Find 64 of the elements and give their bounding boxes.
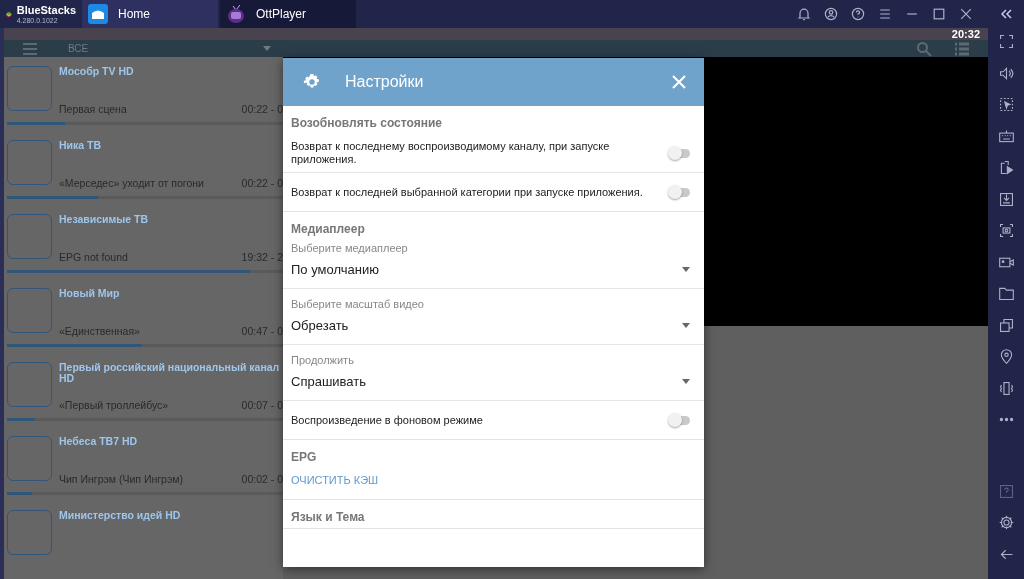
channel-logo-placeholder xyxy=(7,288,52,333)
account-icon[interactable] xyxy=(823,6,839,22)
channel-logo-placeholder xyxy=(7,362,52,407)
dropdown[interactable]: Спрашивать xyxy=(291,374,690,389)
select-label: Продолжить xyxy=(291,354,355,366)
channel-logo-placeholder xyxy=(7,214,52,259)
channel-name[interactable]: Мособр TV HD xyxy=(59,66,283,77)
setting-label: Возврат к последнему воспроизводимому каналу, при запуске приложения. xyxy=(291,139,611,167)
menu-icon[interactable] xyxy=(877,6,893,22)
dropdown[interactable]: Обрезать xyxy=(291,318,690,333)
section-title: EPG xyxy=(290,449,318,466)
program-title: «Единственная» xyxy=(59,325,140,337)
setting-label: Воспроизведение в фоновом режиме xyxy=(291,412,484,428)
settings-icon[interactable] xyxy=(997,514,1015,531)
channel-logo-placeholder xyxy=(7,510,52,555)
home-icon xyxy=(88,4,108,24)
channel-name[interactable]: Первый российский национальный канал HD xyxy=(59,362,283,384)
collapse-icon[interactable] xyxy=(1000,9,1012,19)
cursor-select-icon[interactable] xyxy=(997,96,1015,113)
category-label[interactable]: ВСЕ xyxy=(68,43,263,54)
tv-icon xyxy=(226,4,246,24)
caret-icon xyxy=(682,267,690,272)
setting-label: Возврат к последней выбранной категории при запуске приложения. xyxy=(291,184,644,200)
channel-logo-placeholder xyxy=(7,140,52,185)
toggle-switch[interactable] xyxy=(668,411,690,429)
folder-icon[interactable] xyxy=(997,285,1015,302)
help-icon[interactable] xyxy=(850,6,866,22)
section-title: Язык и Тема xyxy=(290,509,366,526)
section-title: Медиаплеер xyxy=(290,221,366,238)
volume-icon[interactable] xyxy=(997,64,1015,82)
channel-logo-placeholder xyxy=(7,436,52,481)
channel-logo-placeholder xyxy=(7,66,52,111)
dropdown-icon[interactable] xyxy=(263,46,271,51)
program-title: Чип Ингрэм (Чип Ингрэм) xyxy=(59,473,184,485)
section-title: Возобновлять состояние xyxy=(290,115,443,132)
clear-cache-button[interactable]: ОЧИСТИТЬ КЭШ xyxy=(283,468,387,499)
channel-name[interactable]: Независимые ТВ xyxy=(59,214,283,225)
close-button[interactable] xyxy=(672,74,688,90)
shake-icon[interactable] xyxy=(997,379,1015,397)
toggle-switch[interactable] xyxy=(668,183,690,201)
clock: 20:32 xyxy=(951,28,980,40)
program-title: Первая сцена xyxy=(59,103,127,115)
toggle-switch[interactable] xyxy=(668,144,690,162)
screenshot-icon[interactable] xyxy=(997,222,1015,239)
select-label: Выберите медиаплеер xyxy=(291,242,409,254)
channel-name[interactable]: Министерство идей HD xyxy=(59,510,283,521)
fullscreen-icon[interactable] xyxy=(997,33,1015,50)
multi-instance-icon[interactable] xyxy=(997,316,1015,334)
bell-icon[interactable] xyxy=(796,6,812,22)
caret-icon xyxy=(682,379,690,384)
channel-name[interactable]: Небеса ТВ7 HD xyxy=(59,436,283,447)
dropdown[interactable]: По умолчанию xyxy=(291,262,690,277)
select-label: Выберите масштаб видео xyxy=(291,298,425,310)
caret-icon xyxy=(682,323,690,328)
program-title: «Первый троллейбус» xyxy=(59,399,169,411)
channel-name[interactable]: Ника ТВ xyxy=(59,140,283,151)
app-tab[interactable]: Home xyxy=(82,0,218,28)
channel-name[interactable]: Новый Мир xyxy=(59,288,283,299)
app-name: BlueStacks xyxy=(16,3,76,16)
close-icon[interactable] xyxy=(958,6,974,22)
maximize-icon[interactable] xyxy=(931,6,947,22)
import-icon[interactable] xyxy=(997,190,1015,208)
dialog-title: Настройки xyxy=(345,73,425,91)
app-tab[interactable]: OttPlayer xyxy=(220,0,356,28)
